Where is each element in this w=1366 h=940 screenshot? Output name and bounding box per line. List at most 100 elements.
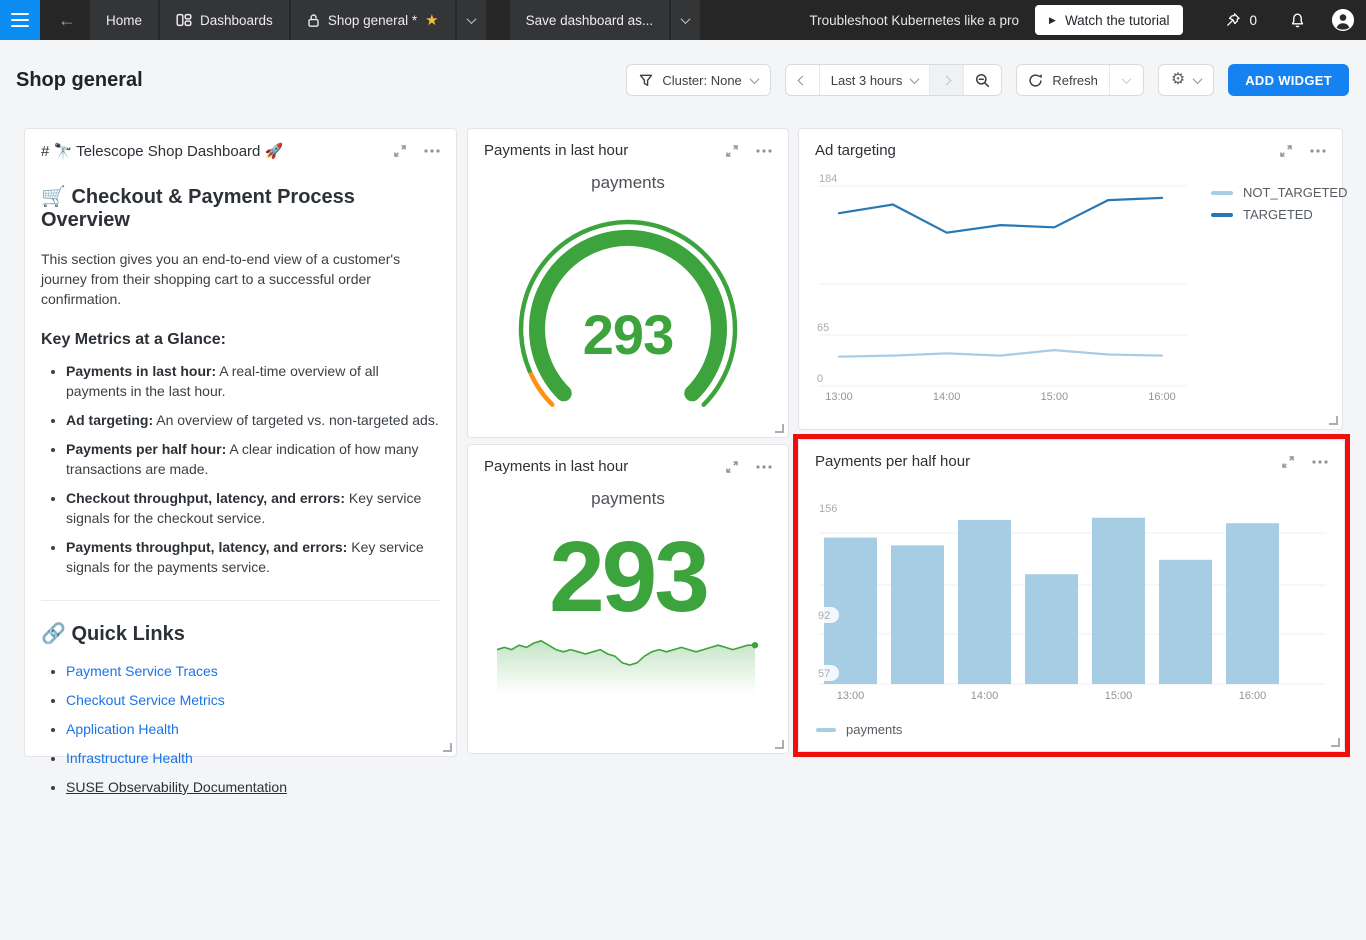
time-back-button[interactable]	[786, 65, 820, 95]
svg-text:65: 65	[817, 322, 829, 334]
quick-link-item: Infrastructure Health	[66, 748, 440, 768]
widget-title: Payments per half hour	[815, 453, 970, 470]
chart-legend: NOT_TARGETED TARGETED	[1211, 185, 1348, 222]
add-widget-button[interactable]: ADD WIDGET	[1228, 64, 1349, 96]
watch-tutorial-button[interactable]: ▶ Watch the tutorial	[1035, 5, 1183, 35]
chart-legend[interactable]: payments	[816, 722, 902, 737]
more-menu-icon[interactable]	[424, 144, 440, 158]
svg-text:14:00: 14:00	[971, 690, 999, 702]
svg-text:14:00: 14:00	[933, 391, 961, 403]
save-dashboard-as-button[interactable]: Save dashboard as...	[510, 0, 670, 40]
legend-label: NOT_TARGETED	[1243, 185, 1348, 200]
metric-label: payments	[468, 173, 788, 193]
refresh-control: Refresh	[1016, 64, 1144, 96]
resize-handle[interactable]	[1329, 416, 1338, 425]
save-dashboard-menu-button[interactable]	[671, 0, 700, 40]
chevron-down-icon	[910, 74, 920, 84]
legend-swatch	[1211, 213, 1233, 217]
expand-icon[interactable]	[1279, 144, 1293, 158]
svg-text:13:00: 13:00	[837, 690, 865, 702]
person-icon	[1332, 9, 1354, 31]
tab-current-dashboard[interactable]: Shop general * ★	[291, 0, 455, 40]
resize-handle[interactable]	[775, 424, 784, 433]
bar-chart: 156925713:0014:0015:0016:00	[799, 480, 1344, 748]
quick-links-list: Payment Service Traces Checkout Service M…	[41, 661, 440, 797]
expand-icon[interactable]	[725, 144, 739, 158]
more-menu-icon[interactable]	[756, 460, 772, 474]
metric-list-item: Payments per half hour: A clear indicati…	[66, 439, 440, 479]
top-bar: ← Home Dashboards Shop general * ★ Save …	[0, 0, 1366, 40]
legend-item-not_targeted[interactable]: NOT_TARGETED	[1211, 185, 1348, 200]
metrics-list: Payments in last hour: A real-time overv…	[41, 361, 440, 577]
legend-swatch	[1211, 191, 1233, 195]
expand-icon[interactable]	[1281, 455, 1295, 469]
svg-text:184: 184	[819, 173, 837, 185]
legend-label: payments	[846, 722, 902, 737]
notifications-button[interactable]	[1289, 12, 1306, 29]
quick-link[interactable]: Infrastructure Health	[66, 750, 193, 766]
markdown-heading: 🛒 Checkout & Payment Process Overview	[41, 184, 440, 232]
quick-link[interactable]: Checkout Service Metrics	[66, 692, 225, 708]
time-zoom-out-button[interactable]	[964, 65, 1001, 95]
back-button[interactable]: ←	[48, 0, 86, 40]
svg-text:57: 57	[818, 668, 830, 680]
tab-dashboards[interactable]: Dashboards	[160, 0, 289, 40]
time-range-button[interactable]: Last 3 hours	[820, 65, 931, 95]
page-title: Shop general	[16, 69, 143, 92]
legend-swatch	[816, 728, 836, 732]
zoom-out-icon	[975, 73, 990, 88]
resize-handle[interactable]	[443, 743, 452, 752]
quick-link[interactable]: Payment Service Traces	[66, 663, 218, 679]
metric-label: payments	[468, 489, 788, 509]
expand-icon[interactable]	[393, 144, 407, 158]
more-menu-icon[interactable]	[1312, 455, 1328, 469]
unlock-icon	[307, 13, 320, 28]
quick-link-item: Checkout Service Metrics	[66, 690, 440, 710]
user-avatar[interactable]	[1332, 9, 1354, 31]
promo-text: Troubleshoot Kubernetes like a pro	[809, 13, 1019, 28]
chevron-down-icon	[1121, 74, 1131, 84]
widget-title: # 🔭 Telescope Shop Dashboard 🚀	[41, 142, 283, 160]
cluster-filter-button[interactable]: Cluster: None	[626, 64, 770, 96]
pin-count: 0	[1249, 13, 1257, 28]
play-icon: ▶	[1049, 15, 1056, 26]
gear-icon: ⚙	[1171, 72, 1185, 88]
gauge-chart: 293	[478, 219, 778, 414]
metric-list-item: Payments in last hour: A real-time overv…	[66, 361, 440, 401]
metric-list-item: Checkout throughput, latency, and errors…	[66, 488, 440, 528]
pin-icon	[1225, 12, 1241, 28]
more-menu-icon[interactable]	[756, 144, 772, 158]
save-dashboard-group: Save dashboard as...	[510, 0, 703, 40]
metrics-heading: Key Metrics at a Glance:	[41, 331, 440, 349]
metric-list-item: Ad targeting: An overview of targeted vs…	[66, 410, 440, 430]
svg-text:293: 293	[583, 303, 673, 366]
widget-ad-targeting: Ad targeting 18465013:0014:0015:0016:00 …	[798, 128, 1343, 430]
menu-button[interactable]	[0, 0, 40, 40]
refresh-button[interactable]: Refresh	[1017, 65, 1110, 95]
quick-links-heading: 🔗 Quick Links	[41, 621, 440, 646]
quick-link[interactable]: Application Health	[66, 721, 179, 737]
legend-item-targeted[interactable]: TARGETED	[1211, 207, 1348, 222]
markdown-body: 🛒 Checkout & Payment Process Overview Th…	[25, 160, 456, 797]
tab-dashboards-label: Dashboards	[200, 13, 273, 28]
refresh-menu-button[interactable]	[1110, 65, 1143, 95]
quick-link[interactable]: SUSE Observability Documentation	[66, 779, 287, 795]
favorite-star-icon[interactable]: ★	[425, 13, 438, 28]
settings-button[interactable]: ⚙	[1158, 64, 1214, 96]
quick-link-item: SUSE Observability Documentation	[66, 777, 440, 797]
dashboard-tab-menu-button[interactable]	[457, 0, 486, 40]
markdown-intro: This section gives you an end-to-end vie…	[41, 249, 440, 309]
resize-handle[interactable]	[1331, 738, 1340, 747]
pinned-items-button[interactable]: 0	[1219, 11, 1263, 29]
time-forward-button[interactable]	[930, 65, 964, 95]
svg-text:13:00: 13:00	[825, 391, 853, 403]
page-header: Shop general Cluster: None Last 3 hours	[0, 56, 1366, 104]
expand-icon[interactable]	[725, 460, 739, 474]
more-menu-icon[interactable]	[1310, 144, 1326, 158]
filter-funnel-icon	[639, 74, 653, 87]
svg-text:156: 156	[819, 503, 837, 515]
chevron-down-icon	[749, 74, 759, 84]
resize-handle[interactable]	[775, 740, 784, 749]
tab-home[interactable]: Home	[90, 0, 158, 40]
header-controls: Cluster: None Last 3 hours	[626, 64, 1349, 96]
